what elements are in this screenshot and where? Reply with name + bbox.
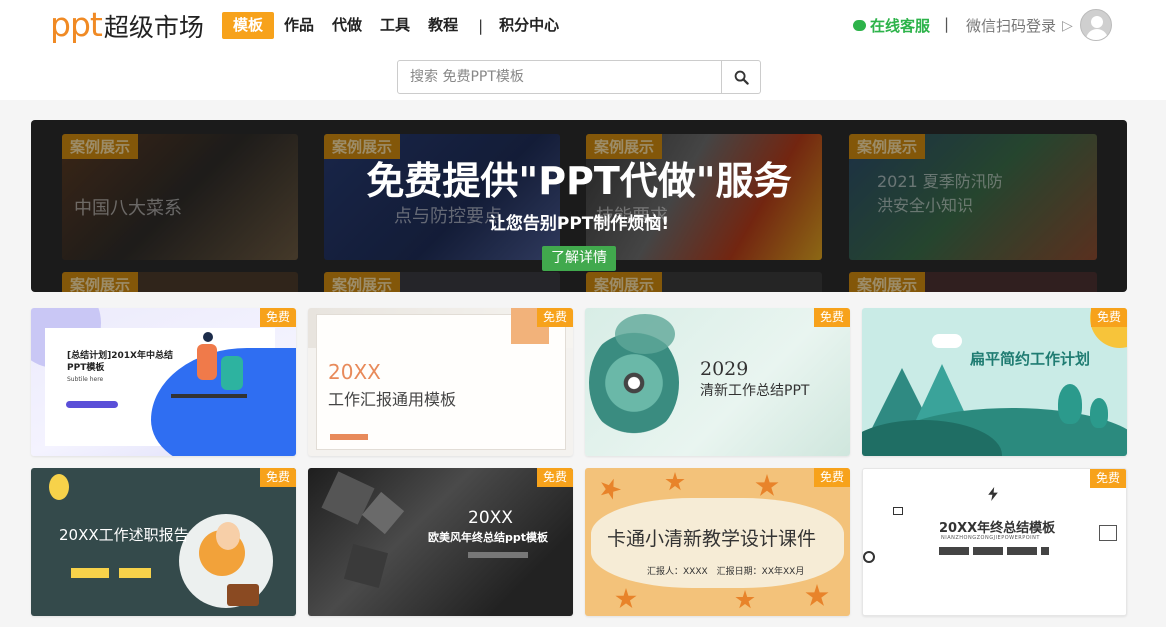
- avatar-head: [1091, 16, 1103, 28]
- online-service-label: 在线客服: [870, 17, 931, 35]
- search-input[interactable]: [397, 60, 722, 94]
- logo-title: 超级市场: [103, 13, 204, 42]
- user-avatar[interactable]: [1080, 9, 1112, 41]
- nav-item-templates[interactable]: 模板: [222, 12, 275, 39]
- free-badge: 免费: [1089, 469, 1126, 488]
- header-separator: |: [944, 15, 950, 33]
- card-title: 2029: [700, 358, 749, 380]
- search-button[interactable]: [722, 60, 761, 94]
- template-card[interactable]: 20XX年终总结模板 NIANZHONGZONGJIEPOWERPOINT 免费: [862, 468, 1127, 616]
- card-title: 20XX: [328, 360, 381, 384]
- logo-ppt-text: ppt: [50, 5, 103, 44]
- free-badge: 免费: [813, 468, 850, 487]
- card-illustration: [863, 469, 1126, 615]
- template-card[interactable]: 2029 清新工作总结PPT 免费: [585, 308, 850, 456]
- card-subtitle: 工作汇报通用模板: [328, 390, 457, 409]
- nav-item-works[interactable]: 作品: [276, 12, 322, 39]
- card-title: 20XX工作述职报告: [59, 526, 189, 544]
- promo-banner[interactable]: 案例展示 中国八大菜系 案例展示 点与防控要点 案例展示 技能要求 案例展示 2…: [31, 120, 1127, 292]
- avatar-body: [1086, 29, 1108, 40]
- nav-separator: |: [478, 16, 484, 35]
- card-title: 扁平简约工作计划: [970, 350, 1091, 368]
- card-title: [总结计划]201X年中总结PPT模板: [67, 351, 173, 373]
- card-illustration: [862, 308, 1127, 456]
- free-badge: 免费: [536, 308, 573, 327]
- main-nav: 模板 作品 代做 工具 教程 | 积分中心: [222, 12, 569, 39]
- template-card[interactable]: 扁平简约工作计划 免费: [862, 308, 1127, 456]
- nav-item-points-center[interactable]: 积分中心: [491, 12, 567, 39]
- template-card[interactable]: 20XX 欧美风年终总结ppt模板 免费: [308, 468, 573, 616]
- free-badge: 免费: [813, 308, 850, 327]
- nav-item-custom[interactable]: 代做: [324, 12, 370, 39]
- free-badge: 免费: [1090, 308, 1127, 327]
- banner-subtitle: 让您告别PPT制作烦恼!: [488, 214, 670, 234]
- template-card[interactable]: 20XX工作述职报告 免费: [31, 468, 296, 616]
- card-subtitle: Subtile here: [67, 376, 104, 383]
- site-logo[interactable]: ppt 超级市场: [50, 5, 204, 44]
- top-header: ppt 超级市场 模板 作品 代做 工具 教程 | 积分中心 在线客服 | 微信…: [0, 0, 1166, 100]
- login-label: 微信扫码登录: [966, 17, 1057, 35]
- card-title: 20XX年终总结模板: [939, 521, 1056, 536]
- free-badge: 免费: [259, 468, 296, 487]
- search-bar: [397, 60, 761, 94]
- template-card[interactable]: 20XX 工作汇报通用模板 免费: [308, 308, 573, 456]
- nav-item-tutorials[interactable]: 教程: [420, 12, 466, 39]
- card-title: 20XX: [468, 508, 513, 528]
- template-card[interactable]: [总结计划]201X年中总结PPT模板 Subtile here 免费: [31, 308, 296, 456]
- free-badge: 免费: [536, 468, 573, 487]
- wechat-login-link[interactable]: 微信扫码登录 ▷: [966, 15, 1073, 36]
- banner-title: 免费提供"PPT代做"服务: [366, 159, 792, 203]
- card-subtitle: 清新工作总结PPT: [700, 383, 810, 399]
- card-subtitle: 欧美风年终总结ppt模板: [428, 531, 549, 544]
- card-title: 卡通小清新教学设计课件: [607, 528, 817, 550]
- card-subtitle: NIANZHONGZONGJIEPOWERPOINT: [941, 535, 1040, 541]
- online-service-link[interactable]: 在线客服: [853, 15, 930, 36]
- play-arrow-icon: ▷: [1062, 17, 1073, 34]
- learn-more-button[interactable]: 了解详情: [542, 246, 616, 271]
- chat-bubble-icon: [853, 20, 866, 31]
- nav-item-tools[interactable]: 工具: [372, 12, 418, 39]
- card-subtitle: 汇报人：XXXX 汇报日期：XX年XX月: [647, 567, 805, 577]
- free-badge: 免费: [259, 308, 296, 327]
- search-icon: [734, 70, 749, 85]
- template-card[interactable]: 卡通小清新教学设计课件 汇报人：XXXX 汇报日期：XX年XX月 免费: [585, 468, 850, 616]
